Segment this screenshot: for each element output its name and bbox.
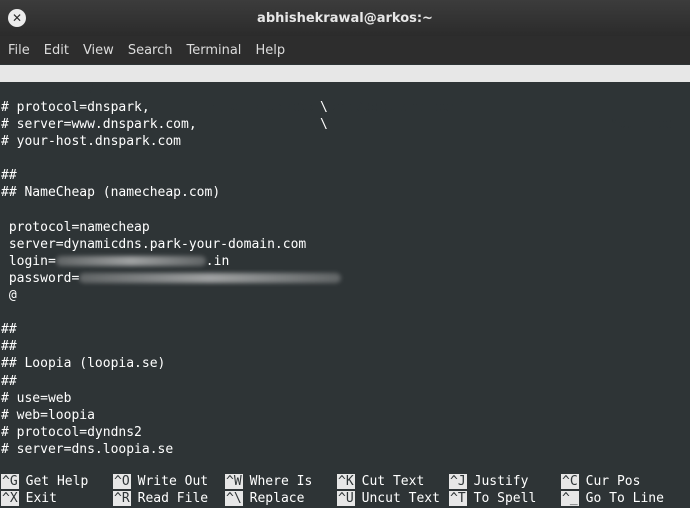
editor-line: protocol=namecheap: [1, 219, 150, 235]
editor-buffer[interactable]: # protocol=dnspark, \ # server=www.dnspar…: [1, 99, 342, 458]
shortcut-get-help[interactable]: ^G Get Help: [1, 473, 88, 490]
terminal-area[interactable]: GNU nano 2.4.2 File: /etc/ddclient/ddcli…: [0, 64, 690, 508]
editor-line-login: login= .in: [1, 253, 230, 269]
shortcut-replace[interactable]: ^\ Replace: [225, 490, 304, 507]
menu-edit[interactable]: Edit: [37, 43, 76, 58]
menu-bar: File Edit View Search Terminal Help: [0, 36, 690, 64]
nano-version: GNU nano 2.4.2: [17, 83, 127, 98]
shortcut-uncut-text[interactable]: ^U Uncut Text: [337, 490, 440, 507]
menu-file[interactable]: File: [0, 43, 37, 58]
shortcut-justify[interactable]: ^J Justify: [449, 473, 528, 490]
redacted-password: [79, 273, 342, 284]
shortcut-to-spell[interactable]: ^T To Spell: [449, 490, 536, 507]
editor-line: ##: [1, 373, 17, 389]
editor-line: ##: [1, 339, 17, 355]
editor-line: # server=dns.loopia.se: [1, 441, 174, 457]
editor-line: # use=web: [1, 390, 72, 406]
menu-help[interactable]: Help: [248, 43, 292, 58]
menu-terminal[interactable]: Terminal: [179, 43, 248, 58]
shortcut-cut-text[interactable]: ^K Cut Text: [337, 473, 424, 490]
shortcut-write-out[interactable]: ^O Write Out: [113, 473, 208, 490]
nano-shortcut-bar: ^G Get Help ^O Write Out ^W Where Is ^K Cut …: [0, 473, 690, 507]
editor-line: ## NameCheap (namecheap.com): [1, 185, 221, 201]
redacted-login: [55, 256, 206, 267]
editor-line: server=dynamicdns.park-your-domain.com: [1, 236, 307, 252]
editor-line: @: [1, 288, 17, 304]
terminal-window: ✕ abhishekrawal@arkos:~ File Edit View S…: [0, 0, 690, 508]
editor-line: ##: [1, 168, 17, 184]
shortcut-row: ^G Get Help ^O Write Out ^W Where Is ^K Cut …: [0, 473, 690, 490]
shortcut-go-to-line[interactable]: ^_ Go To Line: [561, 490, 664, 507]
title-bar: ✕ abhishekrawal@arkos:~: [0, 0, 690, 36]
editor-line: ## Loopia (loopia.se): [1, 356, 166, 372]
shortcut-read-file[interactable]: ^R Read File: [113, 490, 208, 507]
shortcut-row: ^X Exit ^R Read File ^\ Replace ^U Uncut Tex…: [0, 490, 690, 507]
editor-line: # web=loopia: [1, 407, 95, 423]
shortcut-where-is[interactable]: ^W Where Is: [225, 473, 312, 490]
window-title: abhishekrawal@arkos:~: [257, 10, 433, 26]
menu-view[interactable]: View: [76, 43, 121, 58]
editor-line: # server=www.dnspark.com, \: [1, 117, 328, 133]
shortcut-exit[interactable]: ^X Exit: [1, 490, 57, 507]
menu-search[interactable]: Search: [121, 43, 180, 58]
nano-header-bar: GNU nano 2.4.2 File: /etc/ddclient/ddcli…: [0, 65, 690, 132]
editor-line: # protocol=dyndns2: [1, 424, 142, 440]
shortcut-cur-pos[interactable]: ^C Cur Pos: [561, 473, 640, 490]
editor-line-password: password=: [1, 270, 342, 287]
editor-line: # your-host.dnspark.com: [1, 134, 182, 150]
editor-line: # protocol=dnspark, \: [1, 100, 328, 115]
close-icon[interactable]: ✕: [8, 9, 26, 27]
nano-status: Modified: [610, 117, 673, 132]
editor-line: ##: [1, 322, 17, 338]
